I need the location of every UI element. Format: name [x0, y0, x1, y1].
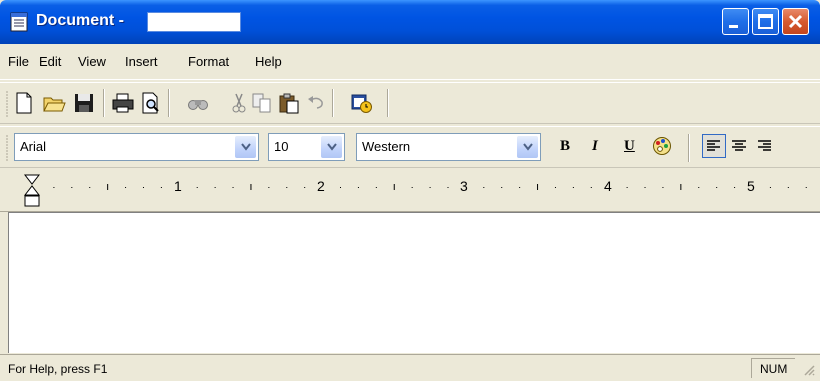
toolbar-separator [688, 134, 690, 162]
ruler-mark: 4 [604, 178, 612, 194]
indent-marker-icon[interactable] [22, 174, 44, 210]
ruler-ticks [36, 184, 820, 190]
print-preview-icon[interactable] [139, 91, 163, 115]
font-name-combo[interactable]: Arial [14, 133, 259, 161]
insert-date-time-icon[interactable] [350, 91, 374, 115]
minimize-button[interactable] [722, 8, 749, 35]
script-dropdown-arrow[interactable] [517, 136, 538, 158]
underline-button[interactable]: U [624, 138, 635, 155]
italic-button[interactable]: I [592, 138, 598, 155]
bold-button[interactable]: B [560, 138, 570, 155]
status-help-text: For Help, press F1 [8, 362, 108, 376]
new-icon[interactable] [12, 91, 36, 115]
align-right-icon[interactable] [752, 134, 776, 158]
maximize-icon [758, 14, 773, 29]
standard-toolbar [0, 82, 820, 124]
toolbar-grip-icon[interactable] [6, 135, 10, 161]
cut-icon[interactable] [227, 91, 251, 115]
maximize-button[interactable] [752, 8, 779, 35]
menu-insert[interactable]: Insert [125, 54, 158, 69]
ruler-mark: 5 [747, 178, 755, 194]
font-size-combo[interactable]: 10 [268, 133, 345, 161]
align-left-icon[interactable] [702, 134, 726, 158]
font-size-dropdown-arrow[interactable] [321, 136, 342, 158]
paste-icon[interactable] [277, 91, 301, 115]
font-name-dropdown-arrow[interactable] [235, 136, 256, 158]
ruler[interactable]: 1 2 3 4 5 [0, 170, 820, 212]
font-name-value: Arial [20, 139, 47, 154]
toolbar-separator [387, 89, 389, 117]
menu-view[interactable]: View [78, 54, 106, 69]
script-value: Western [362, 139, 411, 154]
chevron-down-icon [522, 143, 533, 151]
wordpad-window: Document - File Edit View Insert Format … [0, 0, 820, 381]
chevron-down-icon [240, 143, 251, 151]
toolbar-separator [103, 89, 105, 117]
minimize-icon [729, 25, 738, 28]
menu-bar: File Edit View Insert Format Help [0, 44, 820, 80]
status-bar: For Help, press F1 NUM [0, 354, 820, 381]
num-lock-indicator: NUM [751, 358, 795, 378]
close-icon [788, 14, 803, 29]
toolbar-grip-icon[interactable] [6, 91, 10, 117]
resize-grip-icon[interactable] [802, 363, 816, 377]
title-document-name-field [147, 12, 241, 32]
menu-format[interactable]: Format [188, 54, 229, 69]
menu-file[interactable]: File [8, 54, 29, 69]
document-text-area[interactable] [8, 212, 820, 353]
ruler-mark: 3 [460, 178, 468, 194]
title-bar[interactable]: Document - [0, 0, 820, 44]
save-icon[interactable] [72, 91, 96, 115]
chevron-down-icon [326, 143, 337, 151]
print-icon[interactable] [111, 91, 135, 115]
find-icon[interactable] [186, 91, 210, 115]
toolbar-separator [332, 89, 334, 117]
document-app-icon [10, 12, 28, 32]
script-combo[interactable]: Western [356, 133, 541, 161]
copy-icon[interactable] [250, 91, 274, 115]
close-button[interactable] [782, 8, 809, 35]
toolbar-separator [168, 89, 170, 117]
ruler-mark: 2 [317, 178, 325, 194]
menu-edit[interactable]: Edit [39, 54, 61, 69]
menu-help[interactable]: Help [255, 54, 282, 69]
color-palette-icon[interactable] [650, 134, 674, 158]
window-title: Document - [36, 12, 124, 29]
font-size-value: 10 [274, 139, 289, 154]
undo-icon[interactable] [304, 91, 328, 115]
open-icon[interactable] [42, 91, 66, 115]
align-center-icon[interactable] [727, 134, 751, 158]
ruler-mark: 1 [174, 178, 182, 194]
